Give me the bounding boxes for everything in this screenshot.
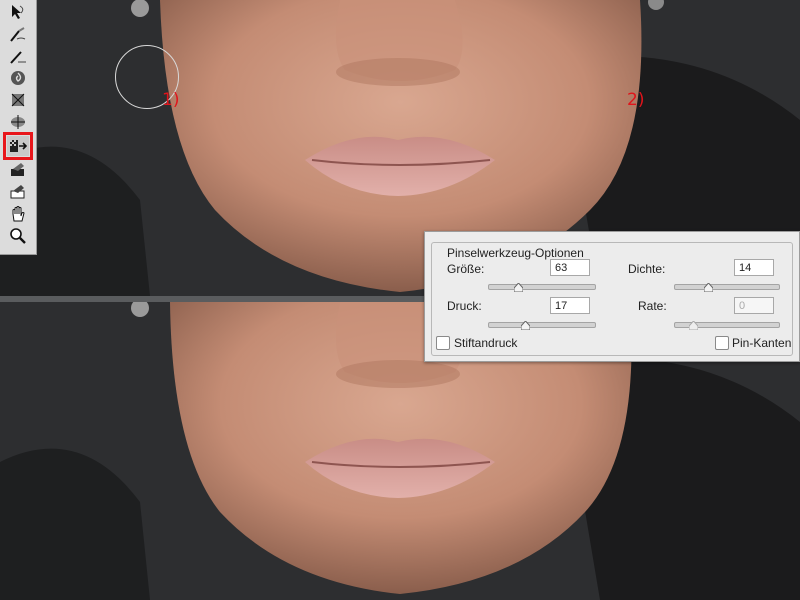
rate-label: Rate: (638, 299, 667, 313)
marker-1: 1) (162, 90, 180, 110)
smooth-icon[interactable] (7, 46, 29, 66)
reconstruct-icon[interactable] (7, 24, 29, 44)
bloat-icon[interactable] (7, 112, 29, 132)
density-slider[interactable] (674, 282, 780, 293)
pressure-slider[interactable] (488, 320, 596, 331)
density-input[interactable]: 14 (734, 259, 774, 276)
pin-edges-label: Pin-Kanten (732, 336, 792, 350)
zoom-icon[interactable] (7, 226, 29, 246)
options-title: Pinselwerkzeug-Optionen (444, 246, 587, 260)
pin-edges-checkbox[interactable] (715, 336, 729, 350)
twirl-icon[interactable] (7, 68, 29, 88)
marker-2: 2) (627, 90, 645, 110)
size-label: Größe: (447, 262, 485, 276)
pressure-slider-thumb[interactable] (520, 317, 531, 331)
rate-slider-thumb[interactable] (688, 317, 699, 331)
rate-slider[interactable] (674, 320, 780, 331)
density-slider-thumb[interactable] (703, 279, 714, 293)
stylus-pressure-label: Stiftandruck (454, 336, 518, 350)
forward-warp-icon[interactable] (7, 2, 29, 22)
thaw-mask-icon[interactable] (7, 182, 29, 202)
rate-input[interactable]: 0 (734, 297, 774, 314)
freeze-mask-icon[interactable] (7, 160, 29, 180)
stylus-pressure-checkbox[interactable] (436, 336, 450, 350)
pressure-input[interactable]: 17 (550, 297, 590, 314)
brush-tool-options-panel: Pinselwerkzeug-Optionen Größe: 63 Dichte… (424, 231, 800, 362)
push-left-icon[interactable] (3, 132, 33, 160)
size-slider-thumb[interactable] (513, 279, 524, 293)
size-slider[interactable] (488, 282, 596, 293)
hand-icon[interactable] (7, 204, 29, 224)
options-group: Pinselwerkzeug-Optionen Größe: 63 Dichte… (431, 242, 793, 356)
liquify-toolbar (0, 0, 37, 255)
density-label: Dichte: (628, 262, 666, 276)
pucker-icon[interactable] (7, 90, 29, 110)
size-input[interactable]: 63 (550, 259, 590, 276)
pressure-label: Druck: (447, 299, 482, 313)
